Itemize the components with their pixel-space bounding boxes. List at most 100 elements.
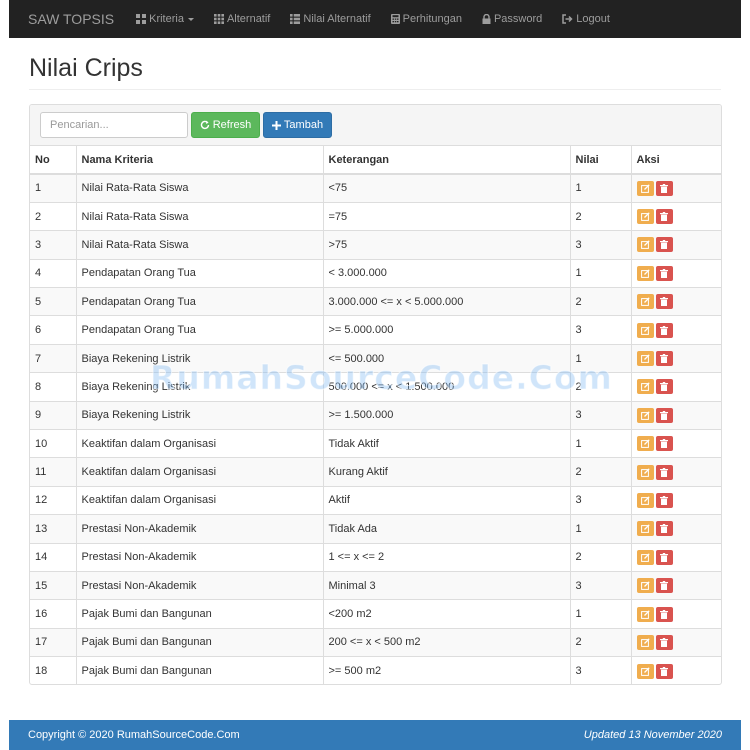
nav-item-label: Kriteria (149, 13, 184, 25)
footer-updated: Updated 13 November 2020 (583, 729, 722, 741)
edit-icon (640, 524, 650, 534)
edit-icon (640, 297, 650, 307)
delete-button[interactable] (655, 464, 673, 480)
brand-link[interactable]: SAW TOPSIS (9, 11, 136, 27)
cell-nilai: 1 (569, 343, 632, 374)
top-navbar: SAW TOPSIS Kriteria Alternatif Nilai Alt… (9, 0, 741, 38)
nav-item-label: Alternatif (226, 13, 271, 25)
nav-item-password[interactable]: Password (482, 13, 542, 25)
cell-aksi (630, 627, 721, 658)
nav-item-kriteria[interactable]: Kriteria (136, 13, 194, 25)
table-row: 1 Nilai Rata-Rata Siswa <75 1 (30, 173, 721, 203)
delete-button[interactable] (655, 634, 673, 650)
edit-icon (640, 638, 650, 647)
delete-button[interactable] (655, 322, 673, 338)
cell-nama-kriteria: Nilai Rata-Rata Siswa (75, 230, 324, 260)
edit-button[interactable] (636, 578, 654, 594)
edit-button[interactable] (636, 436, 654, 452)
table-row: 14 Prestasi Non-Akademik 1 <= x <= 22 (30, 542, 721, 572)
edit-icon (640, 240, 650, 250)
delete-button[interactable] (655, 237, 673, 253)
trash-icon (660, 240, 668, 250)
delete-button[interactable] (655, 521, 673, 537)
calculator-icon (390, 14, 400, 24)
cell-keterangan: 1 <= x <= 2 (322, 542, 571, 572)
edit-button[interactable] (636, 521, 654, 537)
edit-button[interactable] (636, 492, 654, 508)
edit-button[interactable] (636, 379, 654, 395)
edit-icon (640, 382, 650, 392)
trash-icon (660, 666, 668, 676)
edit-button[interactable] (636, 294, 654, 310)
delete-button[interactable] (655, 209, 673, 225)
delete-button[interactable] (655, 265, 673, 281)
cell-no: 15 (30, 570, 77, 601)
cell-keterangan: Tidak Aktif (322, 429, 571, 459)
nav-item-logout[interactable]: Logout (562, 13, 610, 25)
edit-button[interactable] (636, 663, 654, 679)
cell-keterangan: >= 1.500.000 (322, 400, 571, 431)
page-title: Nilai Crips (29, 54, 143, 82)
delete-button[interactable] (655, 436, 673, 452)
trash-icon (660, 552, 668, 562)
th-list-icon (290, 14, 301, 24)
delete-button[interactable] (655, 379, 673, 395)
delete-button[interactable] (655, 549, 673, 565)
edit-icon (640, 212, 650, 221)
cell-aksi (630, 400, 721, 431)
edit-button[interactable] (636, 634, 654, 650)
trash-icon (660, 268, 668, 278)
cell-no: 11 (30, 457, 77, 487)
cell-nilai: 1 (569, 429, 632, 459)
cell-nilai: 1 (569, 258, 632, 289)
edit-button[interactable] (636, 549, 654, 565)
edit-button[interactable] (636, 209, 654, 225)
delete-button[interactable] (655, 407, 673, 423)
edit-button[interactable] (636, 464, 654, 480)
table-row: 15 Prestasi Non-Akademik Minimal 33 (30, 570, 721, 601)
edit-button[interactable] (636, 322, 654, 338)
edit-button[interactable] (636, 237, 654, 253)
refresh-button[interactable]: Refresh (191, 112, 260, 138)
add-button[interactable]: Tambah (263, 112, 332, 138)
cell-nama-kriteria: Biaya Rekening Listrik (75, 372, 324, 402)
cell-keterangan: < 3.000.000 (322, 258, 571, 289)
refresh-label: Refresh (212, 119, 252, 131)
cell-no: 2 (30, 201, 77, 232)
th-large-icon (136, 14, 147, 24)
edit-button[interactable] (636, 407, 654, 423)
nav-item-nilai-alternatif[interactable]: Nilai Alternatif (290, 13, 371, 25)
delete-button[interactable] (655, 663, 673, 679)
search-input[interactable] (40, 112, 188, 138)
edit-icon (640, 581, 650, 591)
delete-button[interactable] (655, 294, 673, 310)
table-row: 11 Keaktifan dalam Organisasi Kurang Aktif… (30, 457, 721, 487)
cell-nilai: 3 (569, 656, 632, 684)
cell-nilai: 3 (569, 400, 632, 431)
cell-nilai: 2 (569, 627, 632, 658)
edit-icon (640, 553, 650, 562)
nav-item-perhitungan[interactable]: Perhitungan (390, 13, 462, 25)
delete-button[interactable] (655, 492, 673, 508)
trash-icon (660, 212, 668, 222)
delete-button[interactable] (655, 180, 673, 196)
edit-button[interactable] (636, 351, 654, 367)
edit-button[interactable] (636, 606, 654, 622)
delete-button[interactable] (655, 351, 673, 367)
cell-no: 9 (30, 400, 77, 431)
delete-button[interactable] (655, 578, 673, 594)
nav-item-label: Logout (576, 13, 610, 25)
edit-icon (640, 496, 650, 505)
cell-no: 8 (30, 372, 77, 402)
header-aksi: Aksi (630, 146, 721, 175)
edit-button[interactable] (636, 265, 654, 281)
cell-keterangan: Kurang Aktif (322, 457, 571, 487)
cell-nama-kriteria: Prestasi Non-Akademik (75, 514, 324, 544)
trash-icon (660, 495, 668, 505)
nav-item-alternatif[interactable]: Alternatif (213, 13, 271, 25)
cell-nilai: 2 (569, 542, 632, 572)
cell-aksi (630, 230, 721, 260)
cell-nilai: 2 (569, 372, 632, 402)
delete-button[interactable] (655, 606, 673, 622)
edit-button[interactable] (636, 180, 654, 196)
